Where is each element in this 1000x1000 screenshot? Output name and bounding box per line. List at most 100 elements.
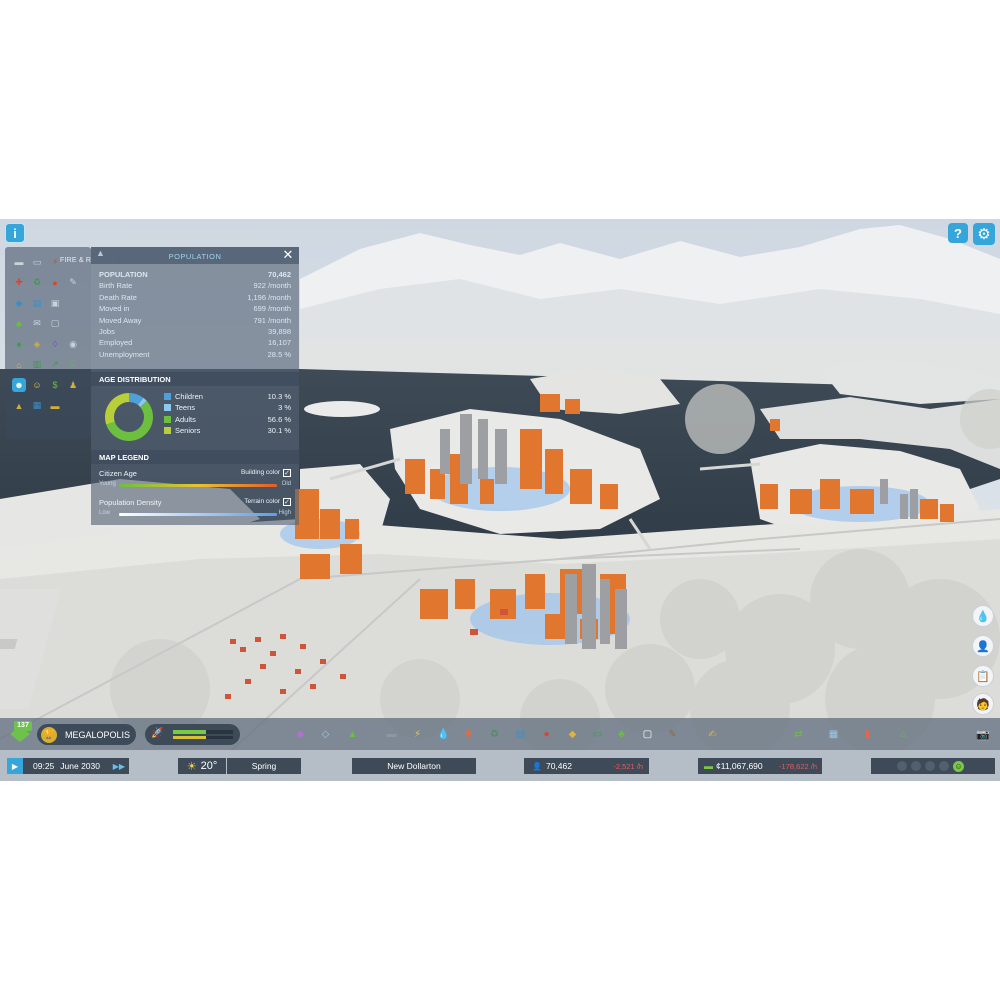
map-tool-icon[interactable]: ▦ <box>826 727 841 742</box>
landscaping-tool-icon[interactable]: ▲ <box>345 727 360 742</box>
parks-tool-icon[interactable]: ♣ <box>614 727 629 742</box>
bus-icon[interactable]: ▭ <box>30 255 44 269</box>
industry-icon[interactable]: ▦ <box>30 399 44 413</box>
population-density-row: Population Density Terrain color ✓ <box>99 498 291 510</box>
xp-bar-fill <box>173 730 206 734</box>
electricity-tool-icon[interactable]: ⚡ <box>410 727 425 742</box>
sun-icon: ☀ <box>186 760 197 773</box>
cars-icon[interactable]: ▬ <box>48 399 62 413</box>
population-icon[interactable]: ☻ <box>12 378 26 392</box>
age-legend-row: Teens 3 % <box>164 402 291 413</box>
communication-tool-icon[interactable]: ▢ <box>640 727 655 742</box>
milestone-button[interactable]: 🏆 MEGALOPOLIS <box>37 724 136 745</box>
clock-time: 09:25 <box>33 761 55 771</box>
road-tool-icon[interactable]: ▬ <box>384 727 399 742</box>
noise-icon[interactable]: ◉ <box>66 337 80 351</box>
police-icon[interactable]: ◆ <box>12 296 26 310</box>
help-icon[interactable]: ? <box>948 223 968 243</box>
season-label: Spring <box>251 761 277 771</box>
statistics-icon[interactable]: ▮ <box>860 727 875 742</box>
tree-icon[interactable]: ♠ <box>12 337 26 351</box>
road-icon[interactable]: ▬ <box>12 255 26 269</box>
library-icon[interactable]: ▣ <box>48 296 62 310</box>
age-legend-row: Adults 56.6 % <box>164 414 291 425</box>
info-icon[interactable]: i <box>5 223 25 243</box>
fast-forward-icon[interactable]: ▶▶ <box>113 762 125 771</box>
age-distribution-header: AGE DISTRIBUTION <box>91 372 299 386</box>
zoning-tool-icon[interactable]: ◆ <box>293 727 308 742</box>
stat-label: Employed <box>99 338 133 348</box>
water-icon[interactable]: 💧 <box>972 605 994 627</box>
legend-swatch <box>164 393 171 400</box>
progression-icon[interactable]: ⌂ <box>896 727 911 742</box>
land-value-icon[interactable]: ◊ <box>48 337 62 351</box>
money-icon[interactable]: $ <box>48 378 62 392</box>
transport-tool-icon[interactable]: ▭ <box>590 727 605 742</box>
fire-rescue-icon[interactable]: ⚡ <box>48 255 62 269</box>
happiness-icon[interactable]: ☺ <box>30 378 44 392</box>
game-date: June 2030 <box>60 761 100 771</box>
health-icon[interactable]: ✚ <box>12 276 26 290</box>
play-icon[interactable]: ▶ <box>7 758 23 774</box>
population-box[interactable]: 👤 70,462 -2,521 /h <box>524 758 649 774</box>
citizen-icon[interactable]: 👤 <box>972 635 994 657</box>
stat-row: Employed 16,107 <box>99 338 291 349</box>
stat-row: Death Rate 1,196 /month <box>99 293 291 304</box>
high-label: High <box>278 510 291 516</box>
notifications-box: ☺ <box>871 758 995 774</box>
stat-value: 16,107 <box>268 338 291 348</box>
zoning-icon[interactable]: ⌂ <box>12 358 26 372</box>
building-color-checkbox[interactable]: ✓ <box>283 469 291 477</box>
park-icon[interactable]: ♣ <box>12 317 26 331</box>
fire-tool-icon[interactable]: ● <box>539 727 554 742</box>
panel-title: POPULATION <box>168 252 222 261</box>
stat-value: 699 /month <box>253 304 291 314</box>
police-tool-icon[interactable]: ◆ <box>565 727 580 742</box>
pollution-icon[interactable]: ◈ <box>30 337 44 351</box>
building-icon[interactable]: ▥ <box>30 358 44 372</box>
money-value: ¢11,067,690 <box>716 761 763 771</box>
water-tool-icon[interactable]: 💧 <box>436 727 451 742</box>
leaf-icon[interactable]: ♧ <box>66 358 80 372</box>
age-group-value: 3 % <box>278 403 291 413</box>
gear-icon[interactable]: ⚙ <box>973 223 995 245</box>
temperature: 20° <box>200 760 218 772</box>
stat-row: Birth Rate 922 /month <box>99 281 291 292</box>
crime-icon[interactable]: ● <box>48 276 62 290</box>
rocket-icon: 🚀 <box>151 728 164 739</box>
health-tool-icon[interactable]: ✚ <box>461 727 476 742</box>
close-icon[interactable]: ✕ <box>281 247 295 262</box>
legend-swatch <box>164 404 171 412</box>
education-tool-icon[interactable]: ▤ <box>513 727 528 742</box>
camera-icon[interactable]: 📷 <box>974 727 992 741</box>
age-group-value: 56.6 % <box>267 414 291 424</box>
time-control: ▶ 09:25 June 2030 ▶▶ <box>7 758 129 774</box>
recycle-icon[interactable]: ♻ <box>30 276 44 290</box>
advisor-icon[interactable]: 🧑 <box>972 693 994 715</box>
map-legend-header: MAP LEGEND <box>91 450 299 464</box>
age-group-value: 10.3 % <box>267 392 291 401</box>
school-icon[interactable]: ▤ <box>30 296 44 310</box>
wrench-icon[interactable]: ✎ <box>66 276 80 290</box>
clipboard-icon[interactable]: 📋 <box>972 665 994 687</box>
population-icon: 👤 <box>532 761 542 771</box>
notification-dot <box>925 761 935 771</box>
progress-icon[interactable]: ↗ <box>48 358 62 372</box>
season-box: Spring <box>227 758 301 774</box>
happiness-icon[interactable]: ☺ <box>953 760 964 772</box>
mail-icon[interactable]: ✉ <box>30 317 44 331</box>
money-tool-icon[interactable]: ⇄ <box>791 727 806 742</box>
age-legend-row: Seniors 30.1 % <box>164 425 291 436</box>
money-box[interactable]: ▬ ¢11,067,690 -178,622 /h <box>698 758 822 774</box>
game-viewport[interactable]: i ? ⚙ FIRE & RESCUE ▬ ▭ ⚡ ✚ ♻ ● ✎ ◆ ▤ ▣ ♣ ✉ ▢ ♠ ◈ ◊ ◉ ⌂ ▥ ↗… <box>0 219 1000 781</box>
signature-tool-icon[interactable]: ✍ <box>705 727 720 742</box>
chat-icon[interactable]: ▢ <box>48 317 62 331</box>
age-gradient-bar <box>119 484 277 487</box>
garbage-tool-icon[interactable]: ♻ <box>487 727 502 742</box>
landscaping-shovel-icon[interactable]: ✎ <box>665 727 680 742</box>
terrain-icon[interactable]: ▲ <box>12 399 26 413</box>
city-name-box[interactable]: New Dollarton <box>352 758 476 774</box>
area-tool-icon[interactable]: ◇ <box>318 727 333 742</box>
terrain-color-checkbox[interactable]: ✓ <box>283 498 291 506</box>
workers-icon[interactable]: ♟ <box>66 378 80 392</box>
